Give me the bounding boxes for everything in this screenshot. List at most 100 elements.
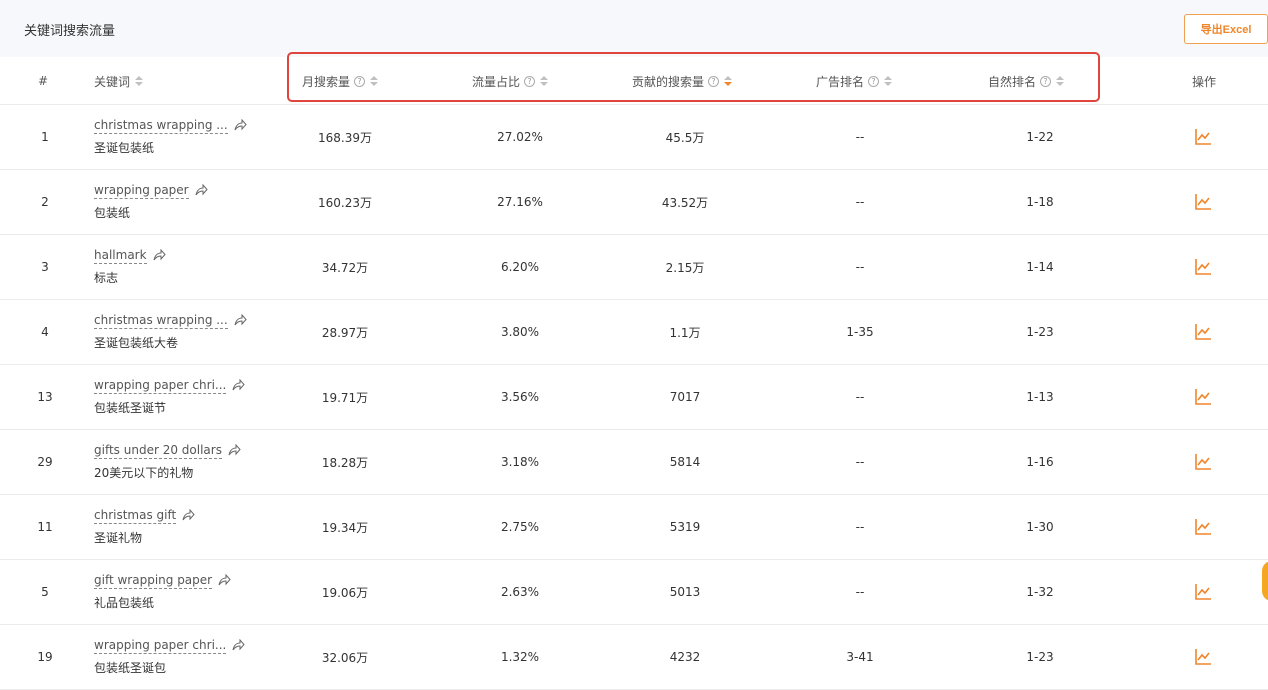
monthly-search-volume: 34.72万 (321, 260, 369, 275)
natural-rank: 1-16 (1026, 455, 1054, 469)
ad-rank: -- (855, 520, 865, 534)
contributed-search-volume: 5814 (669, 455, 701, 469)
row-index: 5 (41, 585, 49, 599)
traffic-ratio: 6.20% (500, 260, 540, 274)
keyword-cell: christmas wrapping ... 圣诞包装纸 (94, 105, 284, 169)
traffic-ratio: 3.18% (500, 455, 540, 469)
keyword-cell: christmas wrapping ... 圣诞包装纸大卷 (94, 300, 284, 364)
trend-chart-icon[interactable] (1188, 430, 1218, 494)
natural-rank: 1-23 (1026, 325, 1054, 339)
share-icon[interactable] (182, 508, 195, 524)
row-index: 2 (41, 195, 49, 209)
traffic-ratio: 27.16% (497, 195, 543, 209)
trend-chart-icon[interactable] (1188, 300, 1218, 364)
keyword-link[interactable]: wrapping paper (94, 183, 189, 199)
contributed-search-volume: 5013 (669, 585, 701, 599)
monthly-search-volume: 160.23万 (318, 195, 372, 210)
trend-chart-icon[interactable] (1188, 170, 1218, 234)
trend-chart-icon[interactable] (1188, 235, 1218, 299)
share-icon[interactable] (234, 118, 247, 134)
keyword-translation: 包装纸 (94, 206, 131, 220)
traffic-ratio: 2.63% (500, 585, 540, 599)
share-icon[interactable] (218, 573, 231, 589)
keyword-link[interactable]: christmas wrapping ... (94, 118, 228, 134)
table-row: 2 wrapping paper 包装纸 160.23万 27.16% 43.52万 -- 1… (0, 170, 1268, 235)
natural-rank: 1-14 (1026, 260, 1054, 274)
keyword-link[interactable]: wrapping paper chri... (94, 638, 227, 654)
keyword-link[interactable]: hallmark (94, 248, 147, 264)
share-icon[interactable] (153, 248, 166, 264)
row-index: 19 (37, 650, 53, 664)
keyword-cell: gifts under 20 dollars 20美元以下的礼物 (94, 430, 284, 494)
traffic-ratio: 3.56% (500, 390, 540, 404)
column-header-action-label: 操作 (1192, 74, 1217, 89)
contributed-search-volume: 4232 (669, 650, 701, 664)
share-icon[interactable] (228, 443, 241, 459)
traffic-ratio: 2.75% (500, 520, 540, 534)
keyword-link[interactable]: gift wrapping paper (94, 573, 213, 589)
highlight-annotation-box (287, 52, 1100, 102)
ad-rank: -- (855, 585, 865, 599)
contributed-search-volume: 1.1万 (669, 325, 701, 340)
ad-rank: 1-35 (846, 325, 874, 339)
ad-rank: -- (855, 455, 865, 469)
monthly-search-volume: 19.34万 (321, 520, 369, 535)
ad-rank: 3-41 (846, 650, 874, 664)
traffic-ratio: 27.02% (497, 130, 543, 144)
keyword-cell: wrapping paper 包装纸 (94, 170, 284, 234)
natural-rank: 1-23 (1026, 650, 1054, 664)
natural-rank: 1-22 (1026, 130, 1054, 144)
trend-chart-icon[interactable] (1188, 105, 1218, 169)
keyword-translation: 圣诞包装纸大卷 (94, 336, 179, 350)
trend-chart-icon[interactable] (1188, 560, 1218, 624)
ad-rank: -- (855, 195, 865, 209)
keyword-translation: 包装纸圣诞包 (94, 661, 167, 675)
table-row: 5 gift wrapping paper 礼品包装纸 19.06万 2.63% 5013… (0, 560, 1268, 625)
keyword-translation: 圣诞礼物 (94, 531, 143, 545)
keyword-cell: christmas gift 圣诞礼物 (94, 495, 284, 559)
keyword-link[interactable]: wrapping paper chri... (94, 378, 227, 394)
trend-chart-icon[interactable] (1188, 625, 1218, 689)
monthly-search-volume: 18.28万 (321, 455, 369, 470)
keyword-link[interactable]: christmas wrapping ... (94, 313, 228, 329)
section-title: 关键词搜索流量 (24, 24, 116, 39)
keyword-translation: 包装纸圣诞节 (94, 401, 167, 415)
keyword-link[interactable]: christmas gift (94, 508, 177, 524)
share-icon[interactable] (195, 183, 208, 199)
column-header-keyword-label: 关键词 (94, 74, 131, 89)
monthly-search-volume: 19.71万 (321, 390, 369, 405)
share-icon[interactable] (234, 313, 247, 329)
ad-rank: -- (855, 130, 865, 144)
keyword-cell: hallmark 标志 (94, 235, 284, 299)
contributed-search-volume: 45.5万 (665, 130, 705, 145)
contributed-search-volume: 7017 (669, 390, 701, 404)
table-row: 13 wrapping paper chri... 包装纸圣诞节 19.71万 3.56… (0, 365, 1268, 430)
row-index: 3 (41, 260, 49, 274)
export-excel-button[interactable]: 导出Excel (1184, 14, 1268, 44)
monthly-search-volume: 168.39万 (318, 130, 372, 145)
table-row: 11 christmas gift 圣诞礼物 19.34万 2.75% 5319 -- 1-3… (0, 495, 1268, 560)
row-index: 4 (41, 325, 49, 339)
trend-chart-icon[interactable] (1188, 495, 1218, 559)
floating-action-button[interactable] (1262, 561, 1268, 601)
section-header (0, 0, 1268, 57)
trend-chart-icon[interactable] (1188, 365, 1218, 429)
sort-icon[interactable] (135, 76, 144, 86)
share-icon[interactable] (232, 638, 246, 654)
row-index: 1 (41, 130, 49, 144)
keyword-link[interactable]: gifts under 20 dollars (94, 443, 222, 459)
column-header-action: 操作 (1192, 57, 1216, 105)
table-row: 3 hallmark 标志 34.72万 6.20% 2.15万 -- 1-14 (0, 235, 1268, 300)
share-icon[interactable] (232, 378, 246, 394)
natural-rank: 1-32 (1026, 585, 1054, 599)
column-header-keyword[interactable]: 关键词 (94, 57, 144, 105)
table-row: 19 wrapping paper chri... 包装纸圣诞包 32.06万 1.32… (0, 625, 1268, 690)
natural-rank: 1-13 (1026, 390, 1054, 404)
contributed-search-volume: 2.15万 (665, 260, 705, 275)
contributed-search-volume: 43.52万 (661, 195, 709, 210)
column-header-index-label: # (38, 74, 49, 88)
column-header-index: # (38, 57, 48, 105)
natural-rank: 1-30 (1026, 520, 1054, 534)
ad-rank: -- (855, 260, 865, 274)
table-row: 29 gifts under 20 dollars 20美元以下的礼物 18.28万 3… (0, 430, 1268, 495)
